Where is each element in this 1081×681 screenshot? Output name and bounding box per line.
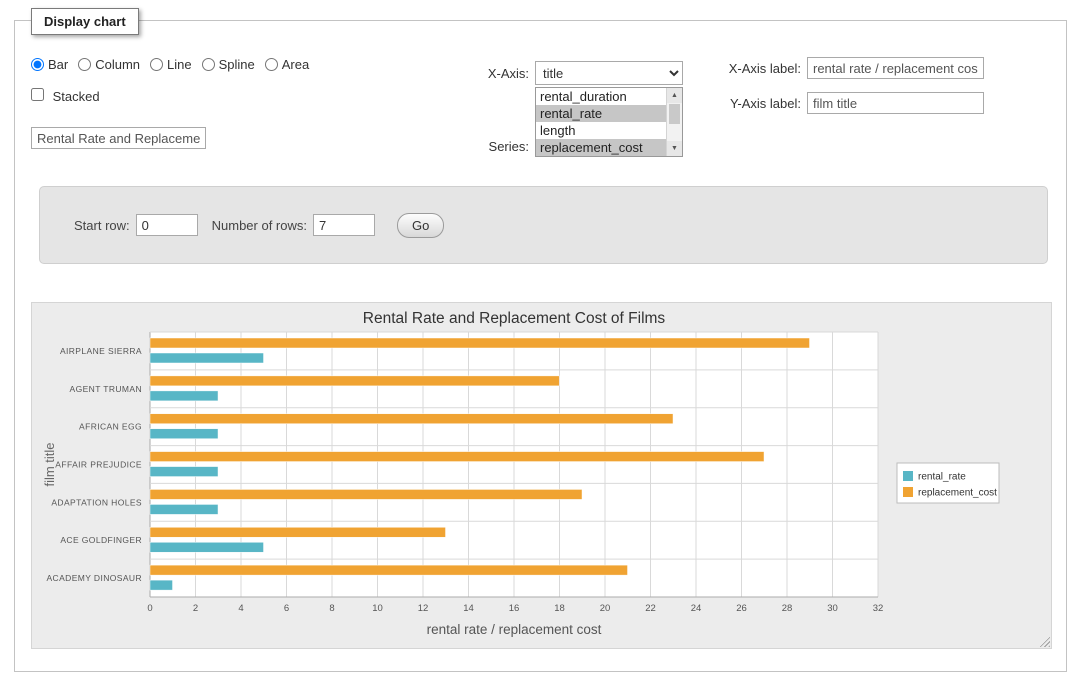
x-axis-row: X-Axis: title <box>445 61 683 85</box>
category-label: AFRICAN EGG <box>79 422 142 432</box>
bar-rental_rate <box>150 504 218 514</box>
x-tick-label: 8 <box>329 603 334 614</box>
chart-type-radio-group: Bar Column Line Spline Area <box>31 57 319 72</box>
x-tick-label: 32 <box>873 603 884 614</box>
bar-rental_rate <box>150 580 173 590</box>
series-row: Series: rental_durationrental_ratelength… <box>445 87 683 157</box>
y-axis-label-row: Y-Axis label: <box>715 92 984 114</box>
x-tick-label: 6 <box>284 603 289 614</box>
bar-replacement_cost <box>150 452 764 462</box>
chart-type-radio-bar[interactable] <box>31 58 44 71</box>
x-tick-label: 10 <box>372 603 383 614</box>
scrollbar-thumb[interactable] <box>669 104 680 124</box>
series-scrollbar[interactable]: ▲ ▼ <box>666 88 682 156</box>
x-tick-label: 24 <box>691 603 702 614</box>
chart-type-label-spline: Spline <box>219 57 255 72</box>
x-tick-label: 2 <box>193 603 198 614</box>
bar-replacement_cost <box>150 376 559 386</box>
stacked-row: Stacked <box>31 88 100 104</box>
chart-type-option-line[interactable]: Line <box>150 57 192 72</box>
category-label: ACADEMY DINOSAUR <box>46 573 142 583</box>
x-axis-label-text: X-Axis: <box>445 66 529 81</box>
num-rows-label: Number of rows: <box>212 218 307 233</box>
x-axis-label-field-text: X-Axis label: <box>715 61 801 76</box>
stacked-checkbox[interactable] <box>31 88 44 101</box>
bar-rental_rate <box>150 429 218 439</box>
go-button[interactable]: Go <box>397 213 444 238</box>
series-option[interactable]: rental_duration <box>536 88 666 105</box>
x-tick-label: 0 <box>147 603 152 614</box>
y-axis-label-field-text: Y-Axis label: <box>715 96 801 111</box>
scrollbar-track[interactable] <box>667 125 682 141</box>
x-tick-label: 26 <box>736 603 747 614</box>
chart-type-radio-spline[interactable] <box>202 58 215 71</box>
chart-type-option-area[interactable]: Area <box>265 57 309 72</box>
fieldset-legend: Display chart <box>31 8 139 35</box>
x-tick-label: 16 <box>509 603 520 614</box>
series-option[interactable]: replacement_cost <box>536 139 666 156</box>
chart-type-label-area: Area <box>282 57 309 72</box>
category-label: ACE GOLDFINGER <box>60 535 142 545</box>
chart-title-input[interactable] <box>31 127 206 149</box>
chart-title: Rental Rate and Replacement Cost of Film… <box>363 310 666 327</box>
bar-replacement_cost <box>150 527 446 537</box>
legend-label-replacement_cost[interactable]: replacement_cost <box>918 488 997 499</box>
bar-replacement_cost <box>150 565 628 575</box>
x-tick-label: 28 <box>782 603 793 614</box>
display-chart-fieldset: Display chart Bar Column Line Spline Are… <box>14 20 1067 672</box>
x-axis-label-row: X-Axis label: <box>715 57 984 79</box>
chart-type-option-spline[interactable]: Spline <box>202 57 255 72</box>
chart-title-row <box>31 127 206 149</box>
category-label: AGENT TRUMAN <box>70 384 143 394</box>
x-tick-label: 4 <box>238 603 243 614</box>
bar-chart: AIRPLANE SIERRA AGENT TRUMAN AFRICAN EGG AF… <box>32 303 1053 648</box>
bar-replacement_cost <box>150 489 582 499</box>
scroll-down-icon[interactable]: ▼ <box>667 141 682 156</box>
y-axis-label-input[interactable] <box>807 92 984 114</box>
x-tick-label: 20 <box>600 603 611 614</box>
rows-panel: Start row: Number of rows: Go <box>39 186 1048 264</box>
x-axis-label-input[interactable] <box>807 57 984 79</box>
x-tick-label: 14 <box>463 603 474 614</box>
x-tick-label: 30 <box>827 603 838 614</box>
category-label: ADAPTATION HOLES <box>51 497 142 507</box>
chart-panel: AIRPLANE SIERRA AGENT TRUMAN AFRICAN EGG AF… <box>31 302 1052 649</box>
chart-type-option-bar[interactable]: Bar <box>31 57 68 72</box>
legend-label-rental_rate[interactable]: rental_rate <box>918 472 966 483</box>
series-option[interactable]: rental_rate <box>536 105 666 122</box>
chart-type-label-bar: Bar <box>48 57 68 72</box>
x-axis-select[interactable]: title <box>535 61 683 85</box>
scroll-up-icon[interactable]: ▲ <box>667 88 682 103</box>
series-option[interactable]: length <box>536 122 666 139</box>
chart-xaxis-title: rental rate / replacement cost <box>427 622 602 637</box>
series-options: rental_durationrental_ratelengthreplacem… <box>536 88 666 156</box>
bar-rental_rate <box>150 542 264 552</box>
bar-rental_rate <box>150 391 218 401</box>
category-label: AIRPLANE SIERRA <box>60 346 142 356</box>
chart-type-label-line: Line <box>167 57 192 72</box>
x-tick-label: 12 <box>418 603 429 614</box>
x-tick-label: 22 <box>645 603 656 614</box>
legend-swatch-rental_rate[interactable] <box>903 471 913 481</box>
category-label: AFFAIR PREJUDICE <box>55 460 142 470</box>
chart-type-radio-area[interactable] <box>265 58 278 71</box>
bar-rental_rate <box>150 467 218 477</box>
chart-type-option-column[interactable]: Column <box>78 57 140 72</box>
chart-type-radio-line[interactable] <box>150 58 163 71</box>
chart-type-label-column: Column <box>95 57 140 72</box>
chart-yaxis-title: film title <box>42 442 57 486</box>
series-label-text: Series: <box>445 139 529 157</box>
start-row-input[interactable] <box>136 214 198 236</box>
bar-replacement_cost <box>150 414 673 424</box>
start-row-label: Start row: <box>74 218 130 233</box>
stacked-option[interactable]: Stacked <box>31 88 100 104</box>
num-rows-input[interactable] <box>313 214 375 236</box>
x-tick-label: 18 <box>554 603 565 614</box>
bar-replacement_cost <box>150 338 810 348</box>
bar-rental_rate <box>150 353 264 363</box>
series-listbox[interactable]: rental_durationrental_ratelengthreplacem… <box>535 87 683 157</box>
stacked-label: Stacked <box>53 89 100 104</box>
legend-swatch-replacement_cost[interactable] <box>903 487 913 497</box>
chart-type-radio-column[interactable] <box>78 58 91 71</box>
